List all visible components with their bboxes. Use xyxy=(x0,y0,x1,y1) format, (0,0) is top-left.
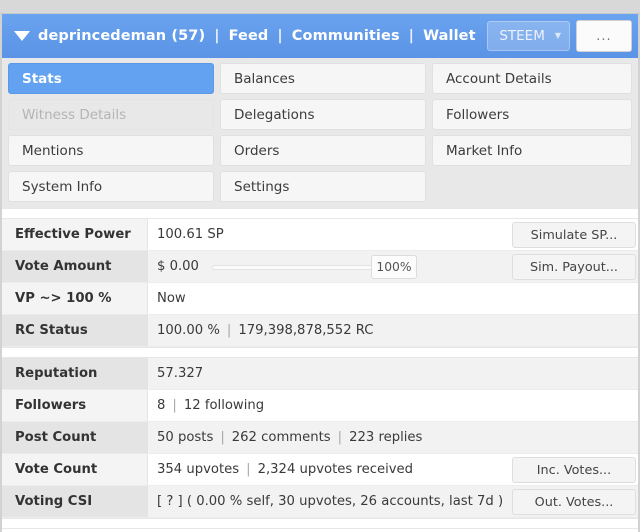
chain-select[interactable]: STEEM ▼ xyxy=(487,21,570,51)
row-value: Now xyxy=(148,283,638,314)
row-value: 57.327 xyxy=(148,358,638,389)
row-label: Reputation xyxy=(2,358,148,389)
vote-amount-value: $ 0.00 xyxy=(157,259,199,274)
row-label: Post Count xyxy=(2,422,148,453)
replies-value: 223 replies xyxy=(349,430,423,445)
row-value: 50 posts | 262 comments | 223 replies xyxy=(148,422,638,453)
tab-orders[interactable]: Orders xyxy=(220,135,426,166)
row-label: Effective Power xyxy=(2,219,148,250)
navbar: deprincedeman (57) | Feed | Communities … xyxy=(2,14,638,58)
overflow-menu-button[interactable]: ... xyxy=(576,20,632,52)
following-count-value: 12 following xyxy=(183,398,265,413)
value-separator: | xyxy=(246,462,251,477)
effective-power-value: 100.61 SP xyxy=(157,227,224,242)
row-label: Followers xyxy=(2,390,148,421)
section-gap-bottom xyxy=(2,518,638,529)
table-row-voting-csi: Voting CSI [ ? ] ( 0.00 % self, 30 upvot… xyxy=(2,486,638,518)
row-label: Vote Count xyxy=(2,454,148,485)
table-row-reputation: Reputation 57.327 xyxy=(2,358,638,390)
table-row-followers: Followers 8 | 12 following xyxy=(2,390,638,422)
section-gap-middle xyxy=(2,347,638,358)
tab-followers[interactable]: Followers xyxy=(432,99,632,130)
table-row-vote-amount: Vote Amount $ 0.00 100% Sim. Payout... xyxy=(2,251,638,283)
row-label: Voting CSI xyxy=(2,486,148,517)
caret-down-icon[interactable] xyxy=(12,26,32,46)
rc-percent-value: 100.00 % xyxy=(157,323,220,338)
vote-weight-slider[interactable]: 100% xyxy=(211,254,417,279)
nav-account-link[interactable]: deprincedeman (57) xyxy=(38,28,205,44)
simulate-sp-button[interactable]: Simulate SP... xyxy=(512,222,636,248)
voting-csi-value: [ ? ] ( 0.00 % self, 30 upvotes, 26 acco… xyxy=(157,494,504,509)
value-separator: | xyxy=(337,430,343,445)
tab-grid: Stats Balances Account Details Witness D… xyxy=(2,58,638,208)
ellipsis-icon: ... xyxy=(596,28,612,44)
table-row-vote-count: Vote Count 354 upvotes | 2,324 upvotes r… xyxy=(2,454,638,486)
row-label: Vote Amount xyxy=(2,251,148,282)
nav-links: deprincedeman (57) | Feed | Communities … xyxy=(38,28,476,44)
vp-recharge-value: Now xyxy=(157,291,186,306)
chevron-down-icon: ▼ xyxy=(554,31,561,40)
posts-value: 50 posts xyxy=(157,430,214,445)
value-separator: | xyxy=(226,323,232,338)
nav-link-communities[interactable]: Communities xyxy=(292,28,400,44)
chain-select-value: STEEM xyxy=(499,28,545,44)
tab-delegations[interactable]: Delegations xyxy=(220,99,426,130)
window-title-strip xyxy=(0,0,640,14)
slider-thumb[interactable]: 100% xyxy=(370,254,417,279)
outgoing-votes-button[interactable]: Out. Votes... xyxy=(512,489,636,515)
tab-placeholder xyxy=(432,171,632,202)
comments-value: 262 comments xyxy=(231,430,331,445)
value-separator: | xyxy=(220,430,225,445)
nav-separator-2: | xyxy=(277,28,283,44)
nav-separator-3: | xyxy=(408,28,415,44)
upvotes-received-value: 2,324 upvotes received xyxy=(257,462,414,477)
table-row-vp-recharge: VP ~> 100 % Now xyxy=(2,283,638,315)
section-gap-top xyxy=(2,208,638,219)
table-row-effective-power: Effective Power 100.61 SP Simulate SP... xyxy=(2,219,638,251)
table-row-rc-status: RC Status 100.00 % | 179,398,878,552 RC xyxy=(2,315,638,347)
tab-account-details[interactable]: Account Details xyxy=(432,63,632,94)
tab-mentions[interactable]: Mentions xyxy=(8,135,214,166)
followers-count-value: 8 xyxy=(157,398,166,413)
app-window: deprincedeman (57) | Feed | Communities … xyxy=(0,0,640,532)
stats-section-secondary: Reputation 57.327 Followers 8 | 12 follo… xyxy=(2,358,638,518)
row-label: VP ~> 100 % xyxy=(2,283,148,314)
reputation-value: 57.327 xyxy=(157,366,204,381)
tab-stats[interactable]: Stats xyxy=(8,63,214,94)
upvotes-given-value: 354 upvotes xyxy=(157,462,240,477)
incoming-votes-button[interactable]: Inc. Votes... xyxy=(512,457,636,483)
tab-settings[interactable]: Settings xyxy=(220,171,426,202)
rc-amount-value: 179,398,878,552 RC xyxy=(238,323,374,338)
sim-payout-button[interactable]: Sim. Payout... xyxy=(512,254,636,280)
tab-market-info[interactable]: Market Info xyxy=(432,135,632,166)
stats-section-primary: Effective Power 100.61 SP Simulate SP...… xyxy=(2,219,638,347)
tab-system-info[interactable]: System Info xyxy=(8,171,214,202)
table-row-post-count: Post Count 50 posts | 262 comments | 223… xyxy=(2,422,638,454)
row-value: 100.00 % | 179,398,878,552 RC xyxy=(148,315,638,346)
value-separator: | xyxy=(172,398,177,413)
row-label: RC Status xyxy=(2,315,148,346)
tab-witness-details: Witness Details xyxy=(8,99,214,130)
row-value: 8 | 12 following xyxy=(148,390,638,421)
tab-balances[interactable]: Balances xyxy=(220,63,426,94)
nav-link-wallet[interactable]: Wallet xyxy=(423,28,476,44)
nav-link-feed[interactable]: Feed xyxy=(229,28,269,44)
nav-separator-1: | xyxy=(214,28,220,44)
